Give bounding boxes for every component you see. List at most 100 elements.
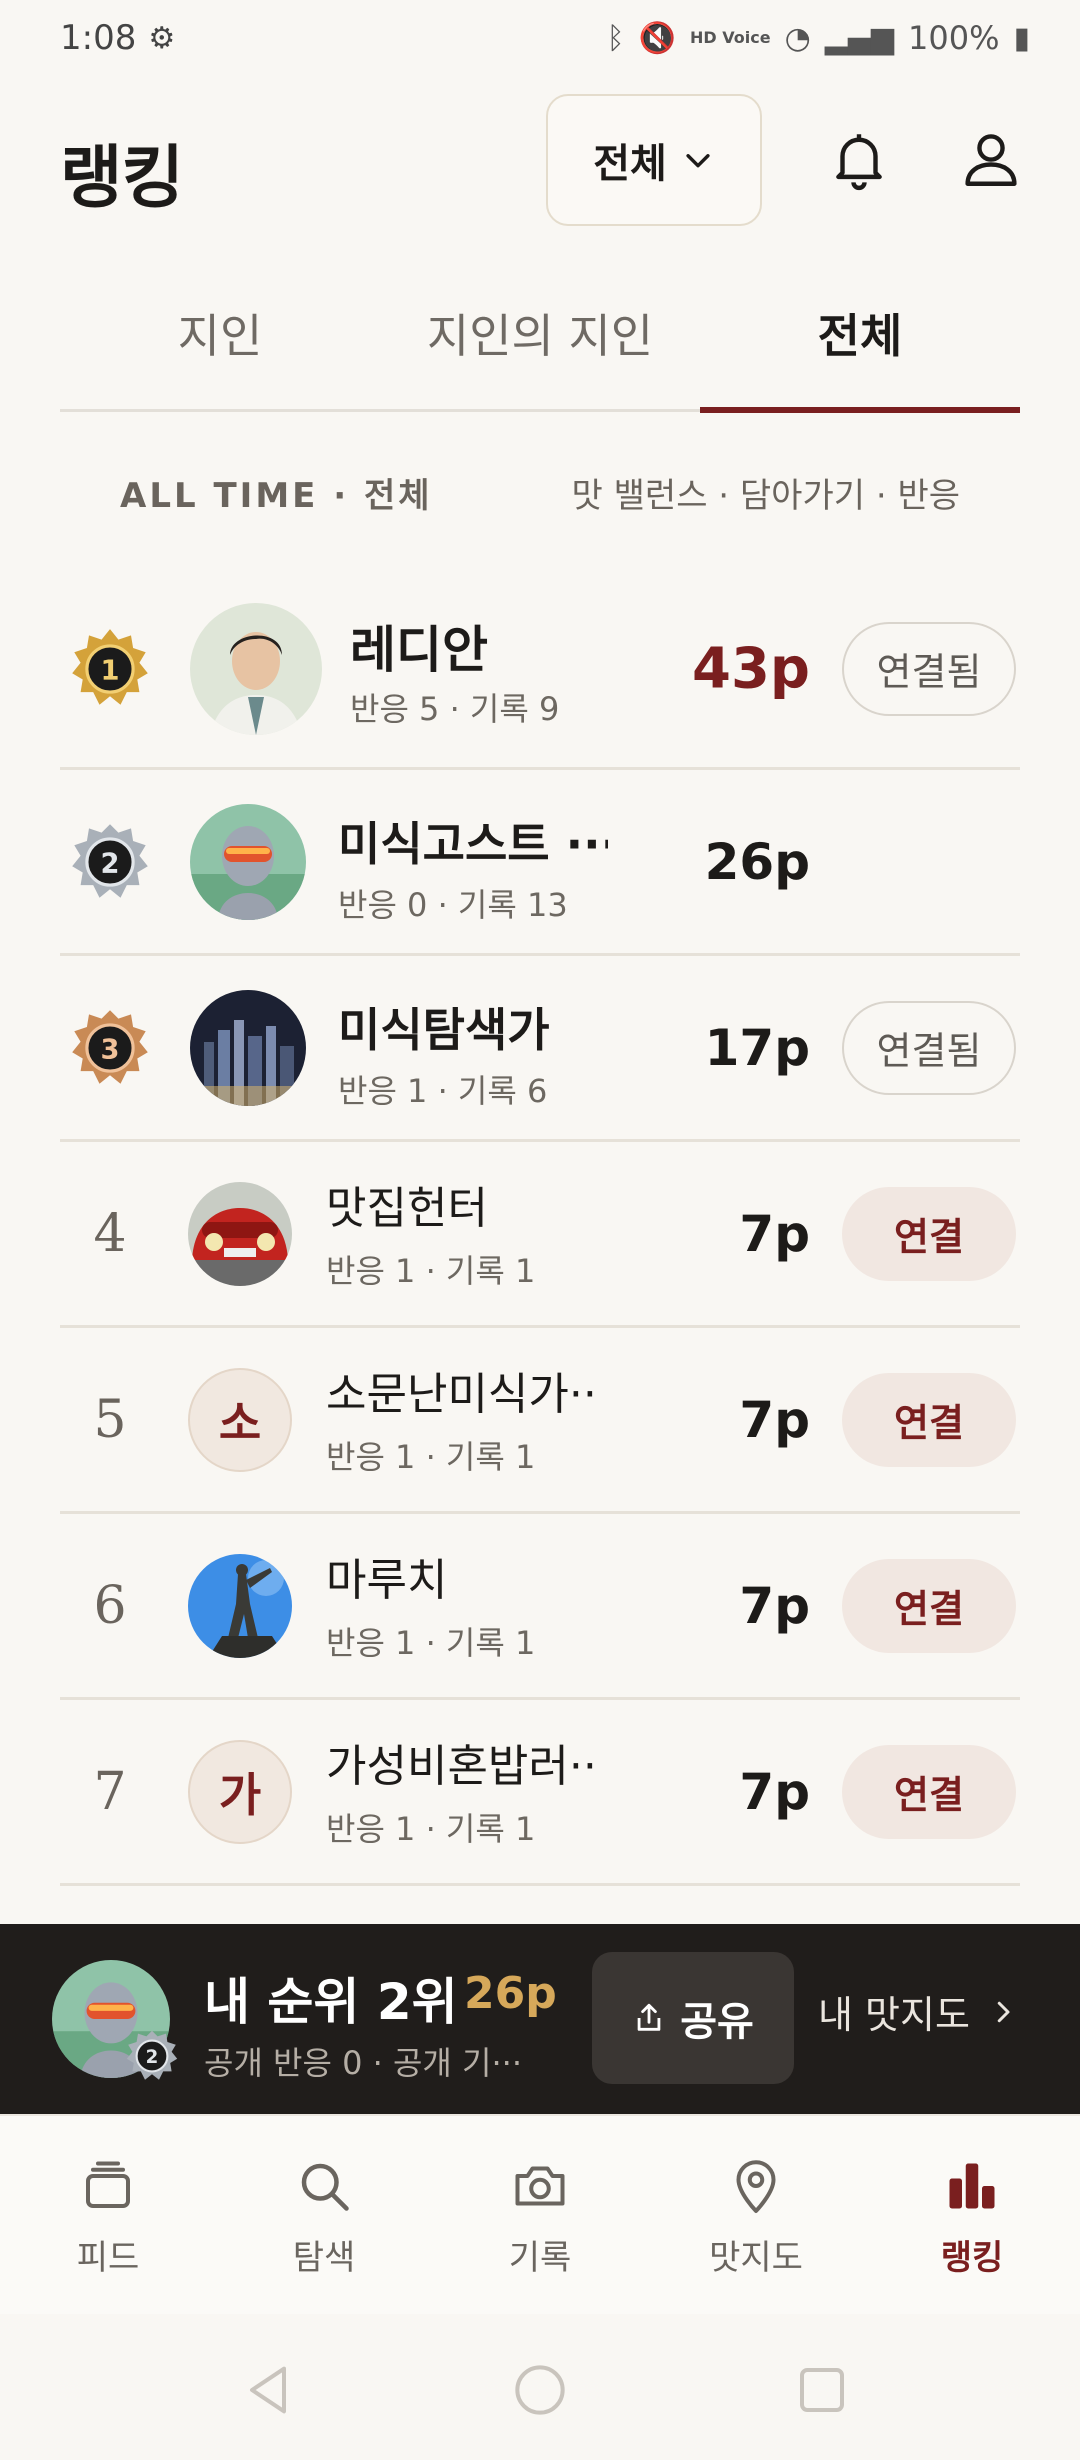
camera-icon [515,2166,565,2206]
share-label: 공유 [680,1999,754,2045]
back-icon[interactable] [236,2358,300,2422]
tab-acquaintance-of-acquaintance[interactable]: 지인의 지인 [380,300,700,366]
page-title: 랭킹 [60,139,184,218]
tab-all[interactable]: 전체 [700,300,1020,366]
ranking-row-4[interactable]: 4 맛집헌터 반응 1 · 기록 1 7p 연결 [60,1142,1020,1328]
avatar [190,602,322,735]
ranking-row-7[interactable]: 7 가 가성비혼밥러·· 반응 1 · 기록 1 7p 연결 [60,1700,1020,1886]
nav-feed[interactable]: 피드 [0,2116,216,2314]
my-rank-stats: 공개 반응 0 · 공개 기··· [204,2044,522,2082]
hd-voice-icon: HD Voice [690,28,771,47]
silver-rank-badge-icon: 2 [126,2030,178,2080]
nav-search[interactable]: 탐색 [216,2116,432,2314]
rank-number: 5 [93,1389,127,1450]
battery-percent: 100% [908,19,1000,57]
user-stats: 반응 1 · 기록 1 [326,1252,536,1290]
connect-button[interactable]: 연결 [842,1558,1016,1653]
nav-record-label: 기록 [508,2238,572,2278]
search-icon [301,2163,349,2211]
bluetooth-icon: ᛒ [606,20,625,56]
user-points: 7p [739,1390,810,1449]
nav-map-label: 맛지도 [709,2238,803,2278]
user-name: 소문난미식가·· [326,1369,597,1420]
app-header: 랭킹 전체 [0,92,1080,227]
my-rank-points: 26p [464,1968,557,2019]
svg-text:3: 3 [101,1034,120,1065]
ranking-row-1[interactable]: 1 레디안 반응 5 · 기록 9 43p 연결됨 [60,570,1020,770]
avatar [188,1181,292,1286]
nav-feed-label: 피드 [76,2238,140,2278]
avatar [190,803,306,920]
ranking-list: 1 레디안 반응 5 · 기록 9 43p 연결됨 2 미식고스트 ··· 반응… [60,570,1020,1886]
status-time: 1:08 ⚙ [60,18,175,58]
tab-bar: 지인 지인의 지인 전체 [60,280,1020,413]
status-icons: ᛒ 🔇 HD Voice ◔ ▂▄▆ 100% ▮ [607,19,1030,57]
scope-label: 전체 [593,141,667,187]
criteria-filter[interactable]: 맛 밸런스 · 담아가기 · 반응 [572,468,960,517]
system-nav-bar [0,2314,1080,2460]
scope-dropdown[interactable]: 전체 [546,94,762,226]
user-stats: 반응 1 · 기록 1 [326,1624,536,1662]
bronze-medal-icon: 3 [72,1009,148,1084]
gold-medal-icon: 1 [72,628,148,705]
ranking-row-3[interactable]: 3 미식탐색가 반응 1 · 기록 6 17p 연결됨 [60,956,1020,1142]
period-filter[interactable]: ALL TIME · 전체 [120,468,433,517]
wifi-icon: ◔ [784,20,811,56]
recents-icon[interactable] [790,2358,854,2422]
user-name: 마루치 [326,1555,448,1606]
nav-search-label: 탐색 [292,2238,356,2278]
battery-icon: ▮ [1013,20,1030,56]
ranking-row-2[interactable]: 2 미식고스트 ··· 반응 0 · 기록 13 26p [60,770,1020,956]
user-points: 7p [739,1576,810,1635]
feed-icon [86,2161,130,2208]
settings-gear-icon: ⚙ [148,20,176,56]
share-button[interactable]: 공유 [592,1952,794,2084]
home-icon[interactable] [508,2358,572,2422]
silver-medal-icon: 2 [72,823,148,898]
user-name: 미식탐색가 [338,1003,550,1057]
nav-map[interactable]: 맛지도 [648,2116,864,2314]
ranking-icon [949,2163,995,2209]
profile-icon[interactable] [958,126,1024,192]
connected-button[interactable]: 연결됨 [842,621,1016,716]
user-name: 미식고스트 ··· [338,817,608,871]
user-name: 가성비혼밥러·· [326,1741,597,1792]
ranking-row-6[interactable]: 6 마루치 반응 1 · 기록 1 7p 연결 [60,1514,1020,1700]
clock: 1:08 [60,18,137,58]
connected-button[interactable]: 연결됨 [842,1000,1016,1095]
nav-ranking[interactable]: 랭킹 [864,2116,1080,2314]
svg-text:2: 2 [101,848,120,879]
chevron-down-icon [686,154,710,168]
user-points: 43p [691,636,810,701]
avatar-initial: 가 [188,1739,292,1844]
avatar [188,1553,292,1658]
avatar [190,989,306,1106]
active-tab-indicator [700,407,1020,413]
bell-icon[interactable] [826,126,892,192]
mute-icon: 🔇 [638,20,677,56]
user-points: 7p [739,1762,810,1821]
rank-number: 7 [93,1761,127,1822]
rank-number: 6 [93,1575,127,1636]
user-stats: 반응 1 · 기록 1 [326,1810,536,1848]
map-pin-icon [736,2160,776,2213]
signal-icon: ▂▄▆ [824,20,894,56]
nav-ranking-label: 랭킹 [940,2238,1004,2278]
my-map-link[interactable]: 내 맛지도 [818,1984,1018,2039]
ranking-row-5[interactable]: 5 소 소문난미식가·· 반응 1 · 기록 1 7p 연결 [60,1328,1020,1514]
share-icon [637,2003,661,2031]
avatar-initial: 소 [188,1367,292,1472]
user-stats: 반응 1 · 기록 1 [326,1438,536,1476]
user-points: 7p [739,1204,810,1263]
connect-button[interactable]: 연결 [842,1186,1016,1281]
user-stats: 반응 5 · 기록 9 [350,690,560,728]
nav-record[interactable]: 기록 [432,2116,648,2314]
chevron-right-icon [997,2001,1010,2022]
connect-button[interactable]: 연결 [842,1744,1016,1839]
tab-acquaintance[interactable]: 지인 [60,300,380,366]
bottom-nav: 피드 탐색 기록 맛지도 랭킹 [0,2114,1080,2314]
rank-number: 4 [93,1203,127,1264]
connect-button[interactable]: 연결 [842,1372,1016,1467]
my-badge-number: 2 [146,2047,159,2068]
my-map-label: 내 맛지도 [818,1993,970,2037]
